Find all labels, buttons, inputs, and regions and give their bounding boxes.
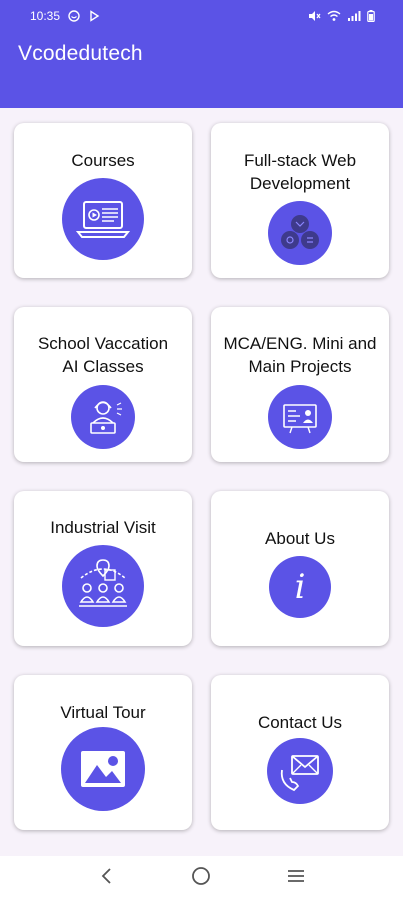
card-label: School Vaccation AI Classes (37, 334, 169, 376)
card-label: Full-stack Web Development (243, 151, 357, 193)
card-label: MCA/ENG. Mini and Main Projects (223, 334, 377, 376)
card-label: About Us (265, 529, 335, 548)
menu-icon (286, 868, 306, 889)
card-school-ai[interactable]: School Vaccation AI Classes (14, 307, 192, 462)
industrial-visit-icon (62, 545, 144, 627)
card-full-stack[interactable]: Full-stack Web Development (211, 123, 389, 278)
card-about-us[interactable]: About Us i (211, 491, 389, 646)
back-button[interactable] (87, 858, 127, 898)
card-industrial-visit[interactable]: Industrial Visit (14, 491, 192, 646)
battery-icon (367, 10, 375, 22)
card-label: Courses (71, 151, 135, 170)
status-time: 10:35 (30, 9, 61, 23)
card-label: Industrial Visit (50, 518, 156, 537)
card-courses[interactable]: Courses (14, 123, 192, 278)
card-label: Virtual Tour (60, 703, 146, 722)
card-contact-us[interactable]: Contact Us (211, 675, 389, 830)
home-icon (191, 866, 211, 891)
app-bar: Vcodedutech (0, 32, 403, 108)
card-label: Contact Us (257, 713, 343, 732)
status-left: 10:35 (30, 9, 100, 23)
info-icon: i (269, 556, 331, 618)
wifi-icon (327, 10, 341, 22)
status-bar: 10:35 (0, 0, 403, 32)
status-right (308, 10, 375, 22)
ai-class-icon (71, 385, 135, 449)
menu-button[interactable] (276, 858, 316, 898)
feature-grid: Courses Full-stack Web Development Schoo… (0, 108, 403, 856)
mail-phone-icon (267, 738, 333, 804)
card-virtual-tour[interactable]: Virtual Tour (14, 675, 192, 830)
back-icon (100, 867, 114, 890)
signal-icon (347, 10, 361, 22)
play-icon (88, 10, 100, 22)
laptop-video-icon (62, 178, 144, 260)
nav-bar (0, 856, 403, 900)
mute-icon (308, 10, 321, 22)
app-title: Vcodedutech (18, 42, 143, 65)
project-board-icon (268, 385, 332, 449)
web-dev-icon (268, 201, 332, 265)
card-projects[interactable]: MCA/ENG. Mini and Main Projects (211, 307, 389, 462)
image-icon (61, 727, 145, 811)
home-button[interactable] (181, 858, 221, 898)
notification-icon (68, 10, 80, 22)
